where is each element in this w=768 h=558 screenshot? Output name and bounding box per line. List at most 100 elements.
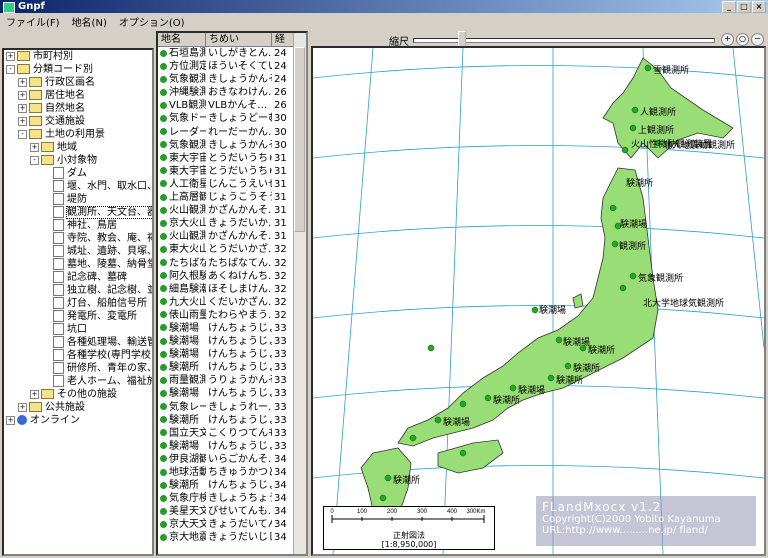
expand-icon[interactable]: + [18, 103, 27, 113]
list-row[interactable]: 沖縄験測場おきなわけん…26 [158, 86, 306, 99]
tree-item[interactable]: + 公共施設 [4, 401, 152, 414]
list-row[interactable]: 東大火山観…とうだいかざ…32 [158, 243, 306, 256]
list-row[interactable]: 験潮所けんちょうじょ…34 [158, 479, 306, 492]
tree-item[interactable]: 記念碑、墓碑 [4, 271, 152, 284]
placename-list[interactable]: 地名 ちめい 経 石垣島測所いしがきとん…24方位測定局ほういそくてい…24気象… [156, 31, 308, 556]
list-row[interactable]: レーダー観…れーだーかん…30 [158, 126, 306, 139]
category-tree[interactable]: + 市町村別 - 分類コード別 + 行政区画名 + 居住地名 + 自然地名 + 交通施設 - 土地の利用景… [2, 48, 154, 556]
col-header-reading[interactable]: ちめい [206, 33, 272, 46]
tree-item[interactable]: 老人ホーム、福祉施 [4, 375, 152, 388]
tree-item[interactable]: 観測所、天文台、器 [4, 206, 152, 219]
tree-item[interactable]: 灯台、船舶信号所 [4, 297, 152, 310]
tree-item[interactable]: + 行政区画名 [4, 76, 152, 89]
tree-item[interactable]: 神社、鳥居 [4, 219, 152, 232]
list-row[interactable]: 気象庁検潮…きしょうちょう…34 [158, 492, 306, 505]
tree-item[interactable]: - 分類コード別 [4, 63, 152, 76]
list-row[interactable]: 地球活動観…ちきゅうかつど…34 [158, 466, 306, 479]
col-header-longitude[interactable]: 経 [272, 33, 294, 46]
expand-icon[interactable]: + [18, 77, 27, 87]
minimize-button[interactable]: _ [722, 1, 736, 13]
expand-icon[interactable]: + [18, 116, 27, 126]
list-row[interactable]: 験潮所けんちょうじょ…33 [158, 361, 306, 374]
tree-item[interactable]: + 地域 [4, 141, 152, 154]
list-row[interactable]: 京大火山観…きょうだいか…31 [158, 217, 306, 230]
expand-icon[interactable]: + [30, 389, 39, 399]
tree-item[interactable]: + 自然地名 [4, 102, 152, 115]
list-row[interactable]: 気象ドームきしょうどーむ30 [158, 112, 306, 125]
tree-item[interactable]: 研修所、青年の家、 [4, 362, 152, 375]
list-row[interactable]: 阿久根験…あくねけんち…32 [158, 270, 306, 283]
list-scroll-thumb[interactable] [294, 47, 305, 232]
list-row[interactable]: 火山観測所かざんかんそ…31 [158, 230, 306, 243]
list-row[interactable]: たちばな天…たちばなてん…32 [158, 257, 306, 270]
list-row[interactable]: 験潮場けんちょうじょ…33 [158, 348, 306, 361]
tree-item[interactable]: - 土地の利用景 [4, 128, 152, 141]
zoom-in-icon[interactable]: + [721, 33, 734, 46]
menu-file[interactable]: ファイル(F) [0, 14, 66, 29]
tree-item[interactable]: + 交通施設 [4, 115, 152, 128]
list-row[interactable]: 九大火山観…くだいかざん…32 [158, 296, 306, 309]
tree-item[interactable]: 各種処理場、輸送管 [4, 336, 152, 349]
collapse-icon[interactable]: - [30, 155, 39, 165]
map-label: 北大学地球気観測所 [643, 297, 724, 308]
splitter-right[interactable] [308, 31, 310, 556]
list-row[interactable]: 国立天文台こくりつてんも…33 [158, 427, 306, 440]
tree-item[interactable]: + オンライン [4, 414, 152, 427]
list-row[interactable]: 東大宇宙堂とうだいうちゅ…31 [158, 152, 306, 165]
expand-icon[interactable]: + [30, 142, 39, 152]
list-row[interactable]: 験潮場けんちょうじょ…33 [158, 387, 306, 400]
splitter-left[interactable] [154, 31, 156, 556]
list-row[interactable]: 上高層観測…じょうこうそう…31 [158, 191, 306, 204]
menu-placename[interactable]: 地名(N) [66, 14, 113, 29]
list-row[interactable]: 石垣島測所いしがきとん…24 [158, 47, 306, 60]
col-header-name[interactable]: 地名 [158, 33, 206, 46]
list-row[interactable]: 験潮場けんちょうじょ…33 [158, 322, 306, 335]
tree-item[interactable]: 発電所、変電所 [4, 310, 152, 323]
tree-item[interactable]: 坑口 [4, 323, 152, 336]
list-row[interactable]: 火山観測所かざんかんそ…31 [158, 204, 306, 217]
list-row[interactable]: 験潮所けんちょうじょ…33 [158, 414, 306, 427]
tree-item[interactable]: 墓地、陵墓、納骨堂 [4, 258, 152, 271]
list-row[interactable]: 雨量観測所うりょうかんそ…33 [158, 374, 306, 387]
collapse-icon[interactable]: - [18, 129, 27, 139]
list-row[interactable]: 方位測定局ほういそくてい…24 [158, 60, 306, 73]
tree-item[interactable]: + 居住地名 [4, 89, 152, 102]
list-row[interactable]: VLB観測…VLBかんそ… 26 [158, 99, 306, 112]
list-row[interactable]: 細島験潮場ほそしまけん…32 [158, 283, 306, 296]
tree-item[interactable]: 寺院、教会、庵、祠、 [4, 232, 152, 245]
tree-item[interactable]: + 市町村別 [4, 50, 152, 63]
list-row[interactable]: 験潮場けんちょうじょ…33 [158, 440, 306, 453]
list-row[interactable]: 験潮場けんちょうじょ…33 [158, 335, 306, 348]
collapse-icon[interactable]: - [6, 64, 15, 74]
list-row[interactable]: 美星天文台びせいてんも…34 [158, 505, 306, 518]
list-row[interactable]: 気象レーダ…きしょうれー…33 [158, 401, 306, 414]
list-row[interactable]: 気象観測所きしょうかんそ…24 [158, 73, 306, 86]
list-row[interactable]: 東大宇宙堂とうだいうちゅ…31 [158, 165, 306, 178]
expand-icon[interactable]: + [6, 51, 15, 61]
expand-icon[interactable]: + [18, 402, 27, 412]
list-scrollbar[interactable] [293, 33, 306, 554]
tree-item[interactable]: 城址、遺跡、貝塚、I [4, 245, 152, 258]
list-row[interactable]: 俵山雨量計たわらやまう…32 [158, 309, 306, 322]
zoom-reset-icon[interactable]: ○ [736, 33, 749, 46]
tree-item[interactable]: 各種学校(専門学校 [4, 349, 152, 362]
zoom-out-icon[interactable]: − [751, 33, 764, 46]
menu-options[interactable]: オプション(O) [113, 14, 191, 29]
scale-slider-thumb[interactable] [458, 31, 466, 47]
expand-icon[interactable]: + [6, 415, 15, 425]
tree-item[interactable]: - 小対象物 [4, 154, 152, 167]
tree-item[interactable]: 堰、水門、取水口、! [4, 180, 152, 193]
list-row[interactable]: 人工衛星観…じんこうえいせ…31 [158, 178, 306, 191]
list-row[interactable]: 気象観測所きしょうかんそ…30 [158, 139, 306, 152]
maximize-button[interactable]: □ [737, 1, 751, 13]
map-view[interactable]: 雪観測所 人観測所 上観測所 火山性微動観測装置 北大地震動観測所 験潮所 験潮場 観測所 気象… [311, 46, 766, 556]
tree-item[interactable]: 独立樹、記念樹、並 [4, 284, 152, 297]
close-button[interactable]: × [752, 1, 766, 13]
list-row[interactable]: 京大地震観…きょうだいじし…34 [158, 531, 306, 544]
list-row[interactable]: 伊良湖観測…いらごかんそ…34 [158, 453, 306, 466]
list-row[interactable]: 京大天文台きょうだいてん…34 [158, 518, 306, 531]
expand-icon[interactable]: + [18, 90, 27, 100]
tree-item[interactable]: + その他の施設 [4, 388, 152, 401]
tree-item[interactable]: 堤防 [4, 193, 152, 206]
tree-item[interactable]: ダム [4, 167, 152, 180]
